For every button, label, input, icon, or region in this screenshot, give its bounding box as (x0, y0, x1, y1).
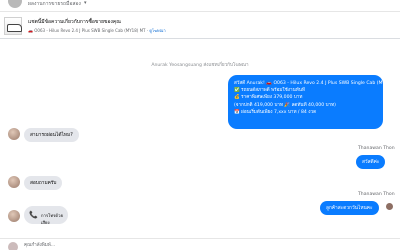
conversation-header: ผลงานการขายรถมือสอง ▾ (0, 0, 400, 12)
voice-call-label: การโทรด้วยเสียง (41, 213, 63, 225)
card-line: ✅ รถยนต์สภาพดี พร้อมใช้งานทันที (234, 88, 305, 94)
chevron-down-icon[interactable]: ▾ (84, 0, 87, 6)
typing-indicator-bar: คุณกำลังพิมพ์... (0, 238, 400, 250)
incoming-message[interactable]: สอบถามครับ (24, 176, 63, 190)
message-thread[interactable]: Anurak Yeosangsuang ส่งแชทเกี่ยวกับโฆษณา… (0, 40, 400, 250)
listing-banner[interactable]: แชตนี้มีข้อความเกี่ยวกับการซื้อขายของคุณ… (0, 13, 400, 39)
conversation-name[interactable]: ผลงานการขายรถมือสอง (28, 0, 81, 8)
avatar (8, 242, 18, 250)
car-icon: 🚗 (28, 28, 33, 33)
outgoing-message[interactable]: ลูกค้าสะดวกวันไหนคะ (320, 201, 379, 215)
avatar[interactable] (8, 0, 22, 8)
sender-name: Thanawan Thon (358, 192, 395, 197)
seen-avatar-icon (386, 203, 393, 210)
voice-call-card[interactable]: 📞 การโทรด้วยเสียง (24, 206, 68, 225)
card-line: 💰 ราคาพิเศษเพียง 379,000 บาท (234, 95, 303, 101)
typing-indicator: คุณกำลังพิมพ์... (24, 243, 56, 248)
outgoing-message[interactable]: สวัสดีค่ะ (356, 155, 386, 169)
outgoing-listing-card[interactable]: สวัสดี Anurak! 🚗 O063 - Hilux Revo 2.4 J… (228, 75, 400, 129)
card-line: (จากปกติ 419,000 บาท 🎉 ลดทันที 40,000 บา… (234, 102, 336, 108)
avatar[interactable] (8, 128, 20, 140)
view-listing-link[interactable]: ดูโฆษณา (149, 28, 165, 33)
phone-icon: 📞 (29, 211, 38, 219)
listing-title: แชตนี้มีข้อความเกี่ยวกับการซื้อขายของคุณ (28, 19, 121, 25)
system-note: Anurak Yeosangsuang ส่งแชทเกี่ยวกับโฆษณา (151, 63, 249, 68)
avatar[interactable] (8, 210, 20, 222)
sender-name: Thanawan Thon (358, 146, 395, 151)
listing-model: O063 - Hilux Revo 2.4 J Plus SWB Single … (34, 28, 146, 33)
card-line: สวัสดี Anurak! 🚗 O063 - Hilux Revo 2.4 J… (234, 81, 400, 86)
listing-subtitle: 🚗 O063 - Hilux Revo 2.4 J Plus SWB Singl… (28, 27, 166, 34)
listing-thumbnail[interactable] (4, 17, 22, 35)
avatar[interactable] (8, 176, 20, 188)
incoming-message[interactable]: สามารถผ่อนได้ไหม? (24, 128, 79, 142)
card-line: 📅 ผ่อนเริ่มต้นเพียง 7,xxx บาท / 84 งวด (234, 109, 317, 115)
